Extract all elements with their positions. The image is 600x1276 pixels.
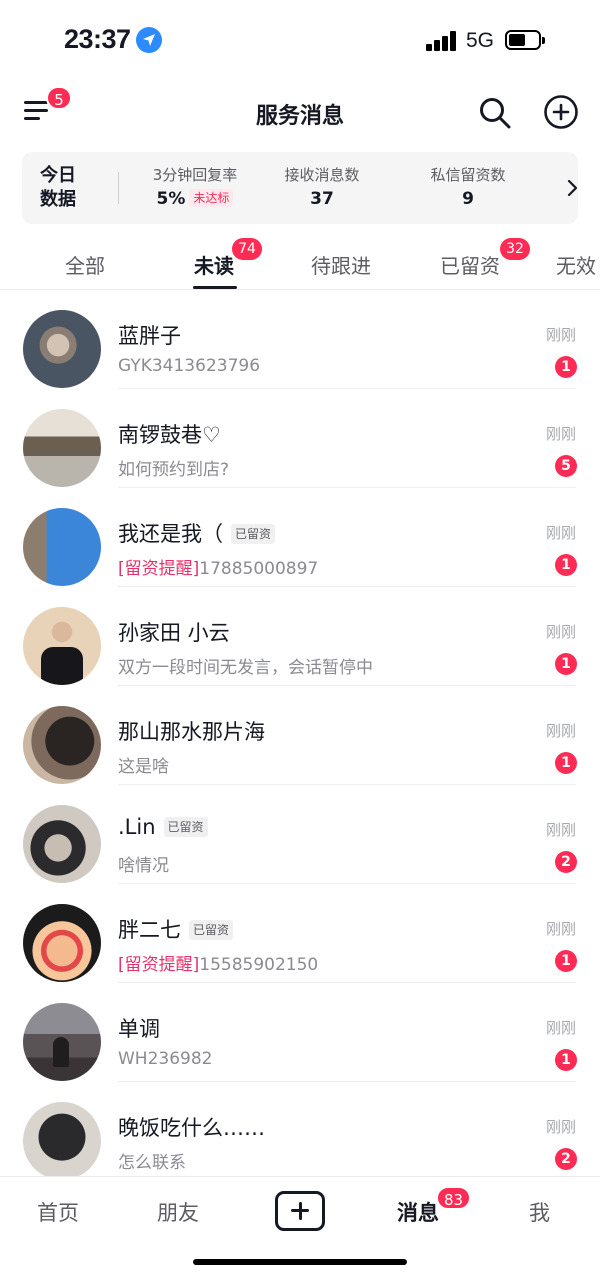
message-preview: 双方一段时间无发言，会话暂停中 xyxy=(118,658,373,678)
unread-badge: 1 xyxy=(555,356,577,378)
list-item[interactable]: .Lin 已留资 啥情况 刚刚 2 xyxy=(0,785,600,884)
unread-badge: 2 xyxy=(555,851,577,873)
list-item[interactable]: 胖二七 已留资 [留资提醒]15585902150 刚刚 1 xyxy=(0,884,600,983)
contact-name: 我还是我（ 已留资 xyxy=(118,518,276,548)
tab-invalid[interactable]: 无效 xyxy=(556,250,596,279)
message-preview: WH236982 xyxy=(118,1049,213,1069)
nav-friends[interactable]: 朋友 xyxy=(157,1197,199,1227)
message-time: 刚刚 xyxy=(545,425,576,443)
nav-me[interactable]: 我 xyxy=(529,1197,550,1227)
lead-tag: 已留资 xyxy=(163,817,208,837)
list-item[interactable]: 那山那水那片海 这是啥 刚刚 1 xyxy=(0,686,600,785)
contact-name: 晚饭吃什么…… xyxy=(118,1116,265,1140)
lead-tag: 已留资 xyxy=(189,920,234,940)
unread-badge: 2 xyxy=(555,1148,577,1170)
message-time: 刚刚 xyxy=(545,722,576,740)
header: 5 服务消息 xyxy=(0,80,600,144)
status-time: 23:37 xyxy=(64,24,131,54)
message-time: 刚刚 xyxy=(545,920,576,938)
chevron-right-icon[interactable] xyxy=(566,178,578,198)
battery-icon xyxy=(505,30,545,50)
contact-name: .Lin 已留资 xyxy=(118,815,208,839)
location-icon xyxy=(136,27,162,53)
avatar xyxy=(23,310,101,388)
avatar xyxy=(23,409,101,487)
list-item[interactable]: 蓝胖子 GYK3413623796 刚刚 1 xyxy=(0,290,600,389)
filter-tabs: 全部 未读 74 待跟进 已留资 32 无效 xyxy=(0,236,600,290)
message-time: 刚刚 xyxy=(545,623,576,641)
contact-name: 单调 xyxy=(118,1017,160,1041)
avatar xyxy=(23,607,101,685)
message-time: 刚刚 xyxy=(545,524,576,542)
avatar xyxy=(23,508,101,586)
tab-underline xyxy=(193,286,237,289)
signal-icon xyxy=(426,31,458,51)
contact-name: 孙家田 小云 xyxy=(118,621,230,645)
message-time: 刚刚 xyxy=(545,1019,576,1037)
avatar xyxy=(23,1102,101,1180)
nav-home[interactable]: 首页 xyxy=(37,1197,79,1227)
stat-reply-rate: 3分钟回复率 5% 未达标 xyxy=(152,166,238,209)
list-item[interactable]: 南锣鼓巷♡ 如何预约到店? 刚刚 5 xyxy=(0,389,600,488)
lead-tag: 已留资 xyxy=(231,524,276,544)
contact-name: 胖二七 已留资 xyxy=(118,914,234,944)
unread-badge: 5 xyxy=(555,455,577,477)
message-time: 刚刚 xyxy=(545,821,576,839)
message-time: 刚刚 xyxy=(545,326,576,344)
bottom-nav: 首页 朋友 消息 83 我 xyxy=(0,1176,600,1276)
tab-unread[interactable]: 未读 74 xyxy=(194,238,262,279)
message-preview: GYK3413623796 xyxy=(118,356,261,376)
avatar xyxy=(23,1003,101,1081)
list-item[interactable]: 晚饭吃什么…… 怎么联系 刚刚 2 xyxy=(0,1082,600,1181)
nav-messages[interactable]: 消息 xyxy=(397,1197,439,1227)
avatar xyxy=(23,706,101,784)
contact-name: 那山那水那片海 xyxy=(118,720,265,744)
stat-leads: 私信留资数 9 xyxy=(430,166,506,209)
message-preview: 这是啥 xyxy=(118,757,169,777)
avatar xyxy=(23,904,101,982)
tab-badge: 32 xyxy=(500,238,530,260)
status-bar: 23:37 5G xyxy=(0,0,600,80)
message-time: 刚刚 xyxy=(545,1118,576,1136)
avatar xyxy=(23,805,101,883)
unread-badge: 1 xyxy=(555,1049,577,1071)
search-icon[interactable] xyxy=(478,96,512,130)
nav-messages-badge: 83 xyxy=(436,1186,472,1210)
today-stats-card[interactable]: 今日 数据 3分钟回复率 5% 未达标 接收消息数 37 私信留资数 9 xyxy=(22,152,578,224)
add-circle-icon[interactable] xyxy=(543,94,579,130)
message-preview: [留资提醒]15585902150 xyxy=(118,955,319,975)
tab-follow-up[interactable]: 待跟进 xyxy=(311,250,371,279)
list-item[interactable]: 孙家田 小云 双方一段时间无发言，会话暂停中 刚刚 1 xyxy=(0,587,600,686)
tab-all[interactable]: 全部 xyxy=(65,250,105,279)
tab-leads[interactable]: 已留资 32 xyxy=(440,238,530,279)
tab-badge: 74 xyxy=(232,238,262,260)
list-item[interactable]: 我还是我（ 已留资 [留资提醒]17885000897 刚刚 1 xyxy=(0,488,600,587)
unread-badge: 1 xyxy=(555,554,577,576)
unread-badge: 1 xyxy=(555,653,577,675)
message-preview: 如何预约到店? xyxy=(118,460,230,480)
stats-divider xyxy=(118,172,119,204)
unread-badge: 1 xyxy=(555,950,577,972)
message-preview: 怎么联系 xyxy=(118,1153,186,1173)
message-preview: [留资提醒]17885000897 xyxy=(118,559,319,579)
network-label: 5G xyxy=(466,29,495,52)
message-preview: 啥情况 xyxy=(118,856,169,876)
list-item[interactable]: 单调 WH236982 刚刚 1 xyxy=(0,983,600,1082)
stats-label: 今日 数据 xyxy=(40,165,76,210)
unread-badge: 1 xyxy=(555,752,577,774)
stat-received: 接收消息数 37 xyxy=(284,166,360,209)
status-badge: 未达标 xyxy=(189,189,234,207)
home-indicator xyxy=(193,1259,407,1265)
contact-name: 蓝胖子 xyxy=(118,324,181,348)
contact-name: 南锣鼓巷♡ xyxy=(118,423,221,447)
create-button[interactable] xyxy=(275,1191,325,1231)
